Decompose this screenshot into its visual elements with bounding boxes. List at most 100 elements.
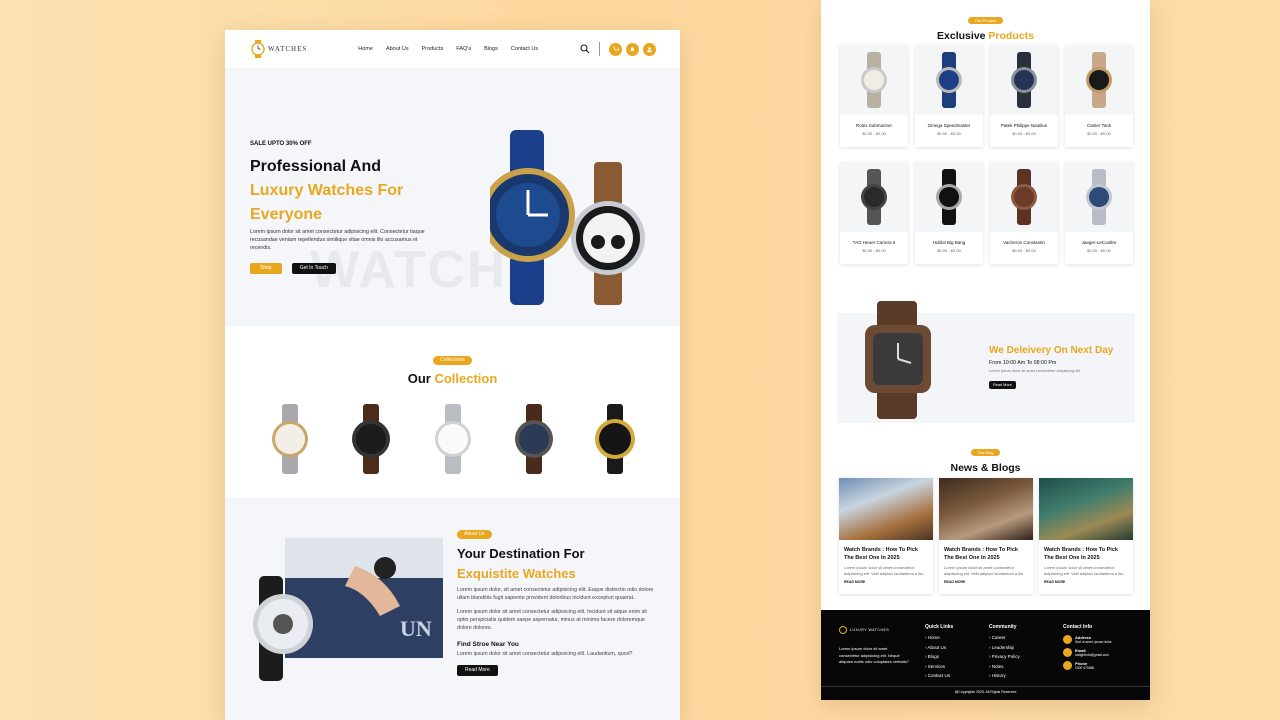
blog-image xyxy=(839,478,933,540)
footer-quick-title: Quick Links xyxy=(925,624,954,630)
hero-kicker: SALE UPTO 30% OFF xyxy=(250,141,312,147)
nav-home[interactable]: Home xyxy=(358,46,373,52)
footer-link[interactable]: › Privacy Policy xyxy=(989,654,1020,659)
about-badge: About Us xyxy=(457,530,492,539)
homepage-mockup-right: Our Product Exclusive Products Rolex Sub… xyxy=(821,0,1150,700)
watch-logo-icon xyxy=(839,626,847,634)
nav-about[interactable]: About Us xyxy=(386,46,409,52)
footer-community: Community › Career › Leadership › Privac… xyxy=(989,624,1020,683)
nav-blogs[interactable]: Blogs xyxy=(484,46,498,52)
search-icon[interactable] xyxy=(580,44,590,54)
collection-badge: Collections xyxy=(433,356,472,365)
footer-link[interactable]: › Services xyxy=(925,664,953,669)
delivery-hours: From 10:00 Am To 08:00 Pm xyxy=(989,360,1057,366)
user-icon[interactable] xyxy=(643,42,656,56)
footer-link[interactable]: › Contact Us xyxy=(925,673,953,678)
blog-image xyxy=(939,478,1033,540)
product-card[interactable]: Jaeger-LeCoultre $0.00 - $0.00 xyxy=(1065,162,1133,264)
delivery-read-more-button[interactable]: Read More xyxy=(989,381,1016,389)
product-name: Jaeger-LeCoultre xyxy=(1081,240,1117,245)
collection-watch-images xyxy=(272,404,635,474)
product-watch-image xyxy=(1011,52,1037,108)
product-name: TAG Heuer Carrera II xyxy=(852,240,896,245)
about-section: UN About Us Your Destination For Exquist… xyxy=(225,498,680,720)
svg-text:UN: UN xyxy=(400,616,432,641)
blog-read-more[interactable]: READ MORE xyxy=(839,577,933,584)
collection-watches xyxy=(225,404,680,474)
header-actions xyxy=(580,42,656,56)
footer-link[interactable]: › Leadership xyxy=(989,645,1020,650)
contact-value[interactable]: 0300 470560 xyxy=(1075,666,1094,670)
products-title: Exclusive Products xyxy=(821,30,1150,42)
about-title: Your Destination For Exquistite Watches xyxy=(457,544,657,584)
products-badge: Our Product xyxy=(967,17,1004,24)
product-card[interactable]: Patek Philippe Nautilus $0.00 - $0.00 xyxy=(990,45,1058,147)
product-price: $0.00 - $0.00 xyxy=(1087,131,1111,136)
footer-link[interactable]: › Career xyxy=(989,635,1020,640)
bell-icon[interactable] xyxy=(626,42,639,56)
site-logo[interactable]: WATCHES xyxy=(251,40,307,58)
blog-read-more[interactable]: READ MORE xyxy=(1039,577,1133,584)
blog-text: Lorem ipsum dolor sit amet consectetur a… xyxy=(844,565,925,576)
blog-title: Watch Brands : How To Pick The Best One … xyxy=(1044,547,1118,561)
hero-title: Professional And Luxury Watches For Ever… xyxy=(250,155,450,227)
footer-link[interactable]: › Notes xyxy=(989,664,1020,669)
footer-community-title: Community xyxy=(989,624,1017,630)
contact-value[interactable]: luxlightinfo@gmail.com xyxy=(1075,653,1109,657)
product-card[interactable]: Vacheron Constantin $0.00 - $0.00 xyxy=(990,162,1058,264)
hero-title-line3: Everyone xyxy=(250,206,323,223)
shop-button[interactable]: Shop xyxy=(250,263,282,274)
wooden-watch-image xyxy=(865,301,931,419)
logo-text: WATCHES xyxy=(268,45,308,53)
product-price: $0.00 - $0.00 xyxy=(862,131,886,136)
blog-text: Lorem ipsum dolor sit amet consectetur a… xyxy=(1044,565,1125,576)
product-name: Patek Philippe Nautilus xyxy=(1000,123,1048,128)
product-price: $0.00 - $0.00 xyxy=(862,248,886,253)
collection-title-plain: Our xyxy=(407,371,431,386)
site-footer: LUXURY WATCHES Lorem ipsum dolor sit ame… xyxy=(821,610,1150,700)
hero-title-line1: Professional And xyxy=(250,158,381,175)
blog-card[interactable]: Watch Brands : How To Pick The Best One … xyxy=(939,478,1033,594)
blog-card[interactable]: Watch Brands : How To Pick The Best One … xyxy=(1039,478,1133,594)
blog-read-more[interactable]: READ MORE xyxy=(939,577,1033,584)
blog-text: Lorem ipsum dolor sit amet consectetur a… xyxy=(944,565,1025,576)
product-name: Rolex Submariner xyxy=(855,123,892,128)
footer-link[interactable]: › Blogs xyxy=(925,654,953,659)
footer-contact-item: Phone 0300 470560 xyxy=(1063,661,1112,670)
product-name: Cartier Tank xyxy=(1086,123,1112,128)
product-watch-image xyxy=(1011,169,1037,225)
delivery-text: Lorem ipsum dolor sit amet consectetur a… xyxy=(989,369,1082,373)
footer-logo[interactable]: LUXURY WATCHES xyxy=(839,624,889,636)
blog-image xyxy=(1039,478,1133,540)
location-icon xyxy=(1063,635,1072,644)
blog-card[interactable]: Watch Brands : How To Pick The Best One … xyxy=(839,478,933,594)
product-price: $0.00 - $0.00 xyxy=(937,131,961,136)
product-card[interactable]: TAG Heuer Carrera II $0.00 - $0.00 xyxy=(840,162,908,264)
product-card[interactable]: Rolex Submariner $0.00 - $0.00 xyxy=(840,45,908,147)
hero-paragraph: Lorem ipsum dolor sit amet consectetur a… xyxy=(250,229,425,251)
product-card[interactable]: Cartier Tank $0.00 - $0.00 xyxy=(1065,45,1133,147)
products-title-plain: Exclusive xyxy=(937,30,986,42)
footer-contact: Contact Info Address Sed ut amet, ipsum d… xyxy=(1063,624,1112,670)
footer-link[interactable]: › About Us xyxy=(925,645,953,650)
footer-link[interactable]: › Home xyxy=(925,635,953,640)
product-card[interactable]: Omega Speedmaster $0.00 - $0.00 xyxy=(915,45,983,147)
contact-value: Sed ut amet, ipsum dolor. xyxy=(1075,640,1113,644)
product-watch-image xyxy=(1086,169,1112,225)
product-card[interactable]: Hublot Big Bang $0.00 - $0.00 xyxy=(915,162,983,264)
blogs-header: Our Blog News & Blogs xyxy=(821,441,1150,474)
get-in-touch-button[interactable]: Get In Touch xyxy=(291,263,336,274)
nav-contact[interactable]: Contact Us xyxy=(511,46,538,52)
nav-faqs[interactable]: FAQ's xyxy=(456,46,471,52)
read-more-button[interactable]: Read More xyxy=(457,665,498,676)
footer-quick-links: Quick Links › Home › About Us › Blogs › … xyxy=(925,624,953,683)
products-section: Our Product Exclusive Products xyxy=(821,0,1150,42)
collection-title: Our Collection xyxy=(225,371,680,386)
footer-contact-item: Address Sed ut amet, ipsum dolor. xyxy=(1063,635,1112,644)
product-price: $0.00 - $0.00 xyxy=(937,248,961,253)
cart-icon[interactable] xyxy=(609,42,622,56)
product-watch-image xyxy=(861,52,887,108)
nav-products[interactable]: Products xyxy=(422,46,444,52)
footer-link[interactable]: › History xyxy=(989,673,1020,678)
footer-copyright: @Copyrights 2025. All Rights Reserved xyxy=(821,686,1150,694)
